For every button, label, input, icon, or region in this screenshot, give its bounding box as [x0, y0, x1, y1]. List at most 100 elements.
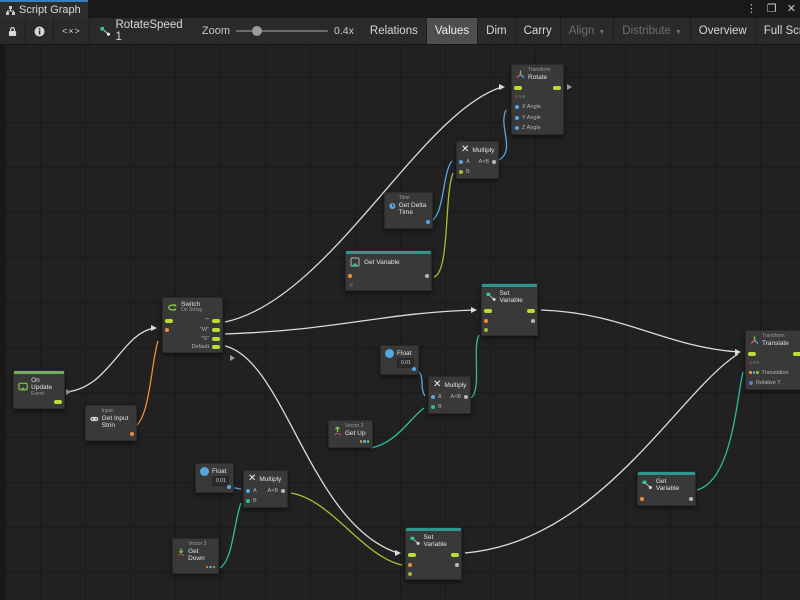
wire-setvariable1-translate[interactable]: [541, 310, 738, 352]
value-in-port[interactable]: [484, 328, 488, 332]
node-switch[interactable]: Switch On String "" "W" "S" Default: [162, 297, 223, 353]
transform-port[interactable]: [749, 361, 759, 364]
dim-button[interactable]: Dim: [478, 18, 515, 44]
node-get-up[interactable]: Vector 3 Get Up: [328, 420, 373, 448]
float-out-port[interactable]: [412, 367, 416, 371]
case-out-port[interactable]: [212, 337, 220, 341]
multiply-icon: ✕: [461, 145, 469, 155]
value-out-port[interactable]: [689, 497, 693, 501]
wire-multiply2-setvariable1[interactable]: [471, 335, 479, 398]
wire-getdown-multiply3[interactable]: [220, 503, 241, 568]
value-out-port[interactable]: [425, 274, 429, 278]
fullscreen-button[interactable]: Full Scree: [756, 18, 800, 44]
node-float-bottom[interactable]: Float 0.01: [195, 463, 234, 493]
flow-out-port[interactable]: [793, 352, 800, 356]
b-port[interactable]: [459, 170, 463, 174]
case-out-port[interactable]: [212, 328, 220, 332]
wire-switch-setvariable1[interactable]: [225, 310, 475, 334]
flow-in-port[interactable]: [748, 352, 756, 356]
string-out-port[interactable]: [130, 432, 134, 436]
carry-button[interactable]: Carry: [516, 18, 561, 44]
flow-out-port[interactable]: [451, 553, 459, 557]
relative-port[interactable]: [749, 381, 753, 385]
wire-multiply1-rotate[interactable]: [499, 110, 507, 160]
x-angle-port[interactable]: [515, 105, 519, 109]
lock-button[interactable]: [0, 18, 26, 44]
graph-canvas[interactable]: Transform Rotate X Angle Y Angle: [0, 45, 800, 600]
float-out-port[interactable]: [227, 485, 231, 489]
info-button[interactable]: [26, 18, 54, 44]
wire-setvariable2-translate[interactable]: [465, 354, 738, 553]
node-set-variable-mid[interactable]: Set Variable: [481, 283, 538, 336]
value-out-port[interactable]: [455, 563, 459, 567]
b-port[interactable]: [431, 405, 435, 409]
delta-time-out-port[interactable]: [426, 220, 430, 224]
graph-reference[interactable]: RotateSpeed 1: [90, 18, 194, 44]
result-port[interactable]: [464, 395, 468, 399]
value-in-port[interactable]: [408, 572, 412, 576]
distribute-dropdown[interactable]: Distribute ▼: [614, 18, 691, 44]
flow-in-port[interactable]: [484, 309, 492, 313]
maximize-icon[interactable]: ❐: [767, 0, 777, 18]
relations-button[interactable]: Relations: [362, 18, 427, 44]
case-out-port[interactable]: [212, 345, 220, 349]
zoom-slider[interactable]: [236, 30, 328, 32]
zoom-slider-handle[interactable]: [252, 26, 262, 36]
wire-switch-setvariable2[interactable]: [225, 346, 398, 553]
node-float-mid[interactable]: Float 0.01: [380, 345, 419, 375]
fallback-port[interactable]: [349, 283, 353, 287]
name-port[interactable]: [408, 563, 412, 567]
translation-port[interactable]: [749, 371, 759, 374]
y-angle-port[interactable]: [515, 116, 519, 120]
name-port[interactable]: [348, 274, 352, 278]
zoom-control: Zoom 0.4x: [194, 18, 362, 44]
flow-in-port[interactable]: [408, 553, 416, 557]
values-button[interactable]: Values: [427, 18, 478, 44]
b-port[interactable]: [246, 499, 250, 503]
flow-in-port[interactable]: [514, 86, 522, 90]
node-get-delta-time[interactable]: Time Get Delta Time: [384, 192, 433, 229]
vector3-out-port[interactable]: [360, 440, 370, 443]
relative-label: Relative T: [756, 380, 781, 386]
tab-script-graph[interactable]: Script Graph: [0, 0, 88, 18]
flow-in-port[interactable]: [165, 319, 173, 323]
z-angle-label: Z Angle: [522, 125, 541, 131]
flow-out-port[interactable]: [54, 400, 62, 404]
name-port[interactable]: [484, 319, 488, 323]
a-port[interactable]: [459, 160, 463, 164]
node-on-update[interactable]: On Update Event: [13, 370, 65, 409]
node-rotate[interactable]: Transform Rotate X Angle Y Angle: [511, 64, 564, 135]
result-port[interactable]: [281, 489, 285, 493]
node-translate[interactable]: Transform Translate Translation Relative…: [745, 330, 800, 390]
close-icon[interactable]: ✕: [787, 0, 796, 18]
node-get-down[interactable]: Vector 3 Get Down: [172, 538, 219, 574]
node-get-variable-mid[interactable]: Get Variable: [345, 250, 432, 291]
window-menu-icon[interactable]: ⋮: [746, 0, 757, 18]
transform-port[interactable]: [515, 95, 525, 98]
flow-out-port[interactable]: [527, 309, 535, 313]
flow-out-port[interactable]: [553, 86, 561, 90]
node-set-variable-bottom[interactable]: Set Variable: [405, 527, 462, 580]
selector-port[interactable]: [165, 328, 169, 332]
node-multiply-mid[interactable]: ✕ Multiply A A×B B: [428, 376, 471, 414]
z-angle-port[interactable]: [515, 126, 519, 130]
result-port[interactable]: [492, 160, 496, 164]
vector3-out-port[interactable]: [206, 566, 216, 569]
node-multiply-bottom[interactable]: ✕ Multiply A A×B B: [243, 470, 288, 508]
overview-button[interactable]: Overview: [691, 18, 756, 44]
wire-onupdate-switch[interactable]: [66, 328, 155, 392]
node-get-input-string[interactable]: Input Get Input Strin: [85, 405, 137, 441]
node-multiply-top[interactable]: ✕ Multiply A A×B B: [456, 141, 499, 179]
wire-getvariable2-translate[interactable]: [697, 372, 743, 490]
wire-getup-multiply2[interactable]: [370, 408, 424, 448]
name-port[interactable]: [640, 497, 644, 501]
node-get-variable-right[interactable]: Get Variable: [637, 471, 696, 506]
value-out-port[interactable]: [531, 319, 535, 323]
a-port[interactable]: [431, 395, 435, 399]
code-preview-button[interactable]: <×>: [54, 18, 90, 44]
align-dropdown[interactable]: Align ▼: [561, 18, 615, 44]
a-port[interactable]: [246, 489, 250, 493]
wire-multiply3-setvariable2[interactable]: [291, 493, 402, 565]
case-out-port[interactable]: [212, 319, 220, 323]
node-title: Set Variable: [500, 290, 533, 304]
